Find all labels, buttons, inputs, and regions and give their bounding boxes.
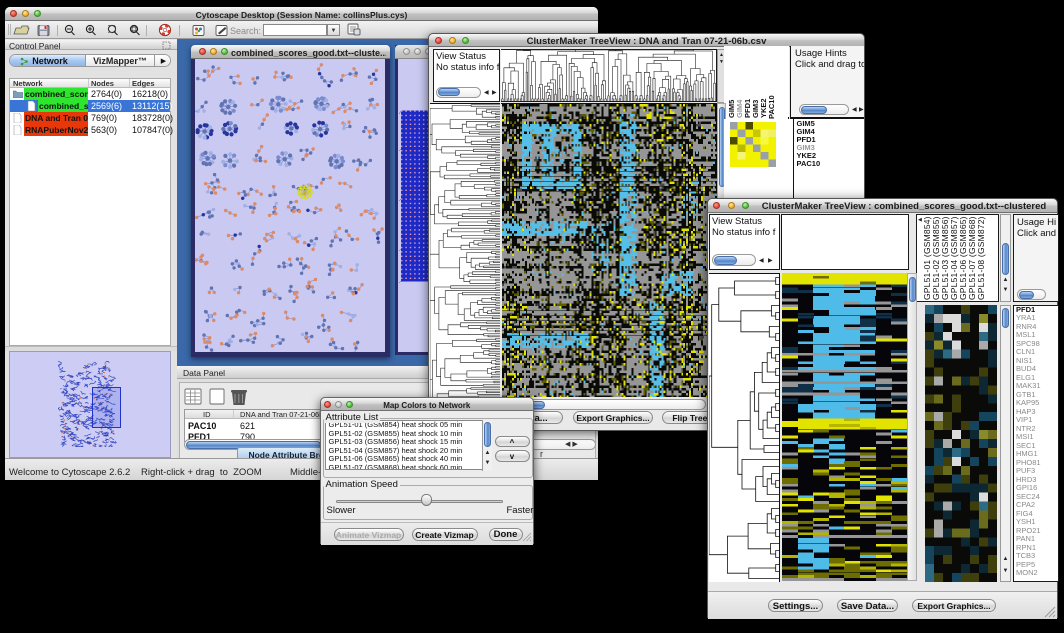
svg-text:PAC10: PAC10 xyxy=(767,95,776,119)
svg-text:GPL51-08 (GSM872): GPL51-08 (GSM872) xyxy=(976,216,986,300)
